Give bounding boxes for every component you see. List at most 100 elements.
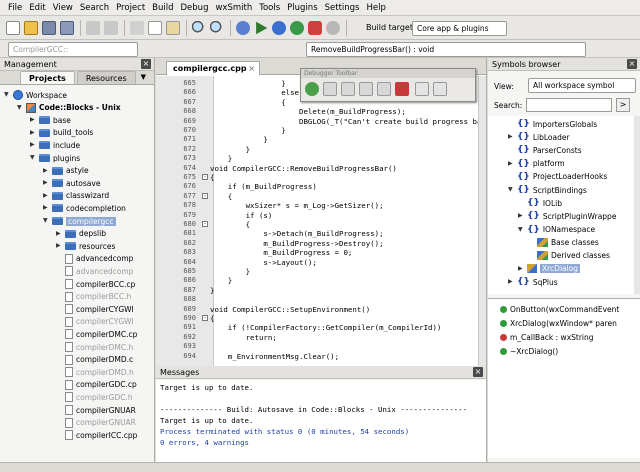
menu-item-view[interactable]: View (53, 3, 73, 13)
symbol-item[interactable]: ▶{} LibLoader (508, 132, 570, 142)
symbol-item[interactable]: ▶ XrcDialog (518, 264, 581, 274)
new-file-icon[interactable] (6, 21, 20, 35)
chevron-right-icon[interactable] (56, 407, 62, 413)
chevron-right-icon[interactable]: ▶ (43, 180, 49, 186)
build-icon[interactable] (236, 21, 250, 35)
search-input[interactable] (526, 98, 612, 112)
chevron-right-icon[interactable]: ▶ (43, 205, 49, 211)
member-item[interactable]: XrcDialog(wxWindow* paren (500, 319, 617, 328)
tree-item[interactable]: ▶ classwizard (43, 190, 109, 202)
member-item[interactable]: m_CallBack : wxString (500, 333, 594, 342)
member-item[interactable]: ~XrcDialog() (500, 347, 558, 356)
stop-icon[interactable] (326, 21, 340, 35)
find-icon[interactable] (192, 21, 206, 35)
open-file-icon[interactable] (24, 21, 38, 35)
tree-item[interactable]: ▶ base (30, 114, 71, 126)
symbol-item[interactable]: {} IOLib (518, 198, 562, 208)
chevron-right-icon[interactable]: ▶ (30, 142, 36, 148)
undo-icon[interactable] (86, 21, 100, 35)
symbol-item[interactable]: ▶{} ScriptPluginWrappe (518, 211, 616, 221)
chevron-right-icon[interactable] (56, 394, 62, 400)
symbol-item[interactable]: {} ParserConsts (508, 145, 582, 155)
close-icon[interactable]: × (627, 59, 637, 69)
chevron-right-icon[interactable] (528, 239, 534, 245)
tab-menu-chevron-icon[interactable]: ▼ (141, 73, 146, 81)
run-to-cursor-icon[interactable] (323, 82, 337, 96)
tab-compilergcc-cpp[interactable]: compilergcc.cpp × (166, 61, 260, 75)
tree-item[interactable]: compilerBCC.cp (56, 278, 135, 290)
tree-item[interactable]: ▼ Workspace (4, 89, 67, 101)
build-target-select[interactable]: Core app & plugins (412, 21, 507, 36)
tree-item[interactable]: compilerGNUAR (56, 404, 136, 416)
chevron-right-icon[interactable] (528, 253, 534, 259)
step-out-icon[interactable] (377, 82, 391, 96)
tree-item[interactable]: ▼ Code::Blocks - Unix (17, 102, 121, 114)
tree-item[interactable]: ▶ include (30, 139, 80, 151)
symbols-scrollbar[interactable] (634, 116, 640, 294)
redo-icon[interactable] (104, 21, 118, 35)
chevron-right-icon[interactable]: ▶ (30, 117, 36, 123)
chevron-right-icon[interactable] (56, 256, 62, 262)
search-go-button[interactable]: > (616, 98, 630, 112)
view-select[interactable]: All workspace symbol (528, 78, 636, 93)
chevron-down-icon[interactable]: ▼ (4, 92, 10, 98)
chevron-right-icon[interactable] (56, 369, 62, 375)
tree-item[interactable]: compilerDMD.c (56, 354, 133, 366)
menu-item-build[interactable]: Build (152, 3, 173, 13)
menu-item-help[interactable]: Help (367, 3, 386, 13)
tree-item[interactable]: compilerGNUAR (56, 417, 136, 429)
chevron-right-icon[interactable]: ▶ (518, 213, 524, 219)
chevron-right-icon[interactable] (56, 420, 62, 426)
chevron-right-icon[interactable] (508, 121, 514, 127)
tree-item[interactable]: compilerGDC.cp (56, 379, 137, 391)
tab-resources[interactable]: Resources (76, 71, 136, 84)
close-icon[interactable]: × (473, 367, 483, 377)
symbol-item[interactable]: {} ImportersGlobals (508, 119, 597, 129)
stop-debugger-icon[interactable] (395, 82, 409, 96)
tree-item[interactable]: advancedcomp (56, 265, 133, 277)
chevron-right-icon[interactable] (56, 294, 62, 300)
symbol-item[interactable]: ▶{} platform (508, 159, 565, 169)
chevron-right-icon[interactable]: ▶ (43, 192, 49, 199)
tree-item[interactable]: compilerDMC.h (56, 341, 133, 353)
info-icon[interactable] (433, 82, 447, 96)
menu-item-file[interactable]: File (8, 3, 22, 13)
chevron-right-icon[interactable] (508, 174, 514, 180)
symbol-item[interactable]: {} ProjectLoaderHooks (508, 172, 607, 182)
chevron-down-icon[interactable]: ▼ (17, 104, 23, 111)
symbol-item[interactable]: Base classes (528, 237, 599, 247)
run-icon[interactable] (256, 21, 268, 35)
save-all-icon[interactable] (60, 21, 74, 35)
replace-icon[interactable] (210, 21, 224, 35)
tree-item[interactable]: compilerGDC.h (56, 391, 133, 403)
chevron-right-icon[interactable]: ▶ (508, 279, 514, 285)
chevron-right-icon[interactable]: ▶ (56, 243, 62, 249)
tree-item[interactable]: ▼ compilergcc (43, 215, 116, 227)
tree-item[interactable]: compilerBCC.h (56, 291, 131, 303)
chevron-right-icon[interactable] (56, 344, 62, 350)
build-and-run-icon[interactable] (272, 21, 286, 35)
paste-icon[interactable] (166, 21, 180, 35)
chevron-right-icon[interactable] (56, 268, 62, 274)
code-editor[interactable]: } else { Delete(m_BuildProgress); DBGLOG… (156, 76, 487, 366)
tab-projects[interactable]: Projects (20, 71, 75, 84)
chevron-down-icon[interactable]: ▼ (30, 155, 36, 161)
menu-item-wxsmith[interactable]: wxSmith (215, 3, 252, 13)
save-icon[interactable] (42, 21, 56, 35)
close-icon[interactable]: × (141, 59, 151, 69)
tree-item[interactable]: compilerDMD.h (56, 366, 134, 378)
chevron-right-icon[interactable]: ▶ (508, 134, 514, 140)
tree-item[interactable]: ▶ depslib (56, 228, 106, 240)
tree-item[interactable]: ▶ autosave (43, 177, 100, 189)
abort-icon[interactable] (308, 21, 322, 35)
close-icon[interactable]: × (248, 64, 255, 73)
rebuild-icon[interactable] (290, 21, 304, 35)
tree-item[interactable]: compilerCYGWI (56, 316, 134, 328)
chevron-right-icon[interactable] (518, 200, 524, 206)
menu-item-edit[interactable]: Edit (29, 3, 45, 13)
symbol-item[interactable]: ▼{} ScriptBindings (508, 185, 587, 195)
chevron-down-icon[interactable]: ▼ (508, 187, 514, 193)
tree-item[interactable]: compilerICC.cpp (56, 429, 137, 441)
chevron-right-icon[interactable] (56, 357, 62, 363)
member-item[interactable]: OnButton(wxCommandEvent (500, 305, 619, 314)
